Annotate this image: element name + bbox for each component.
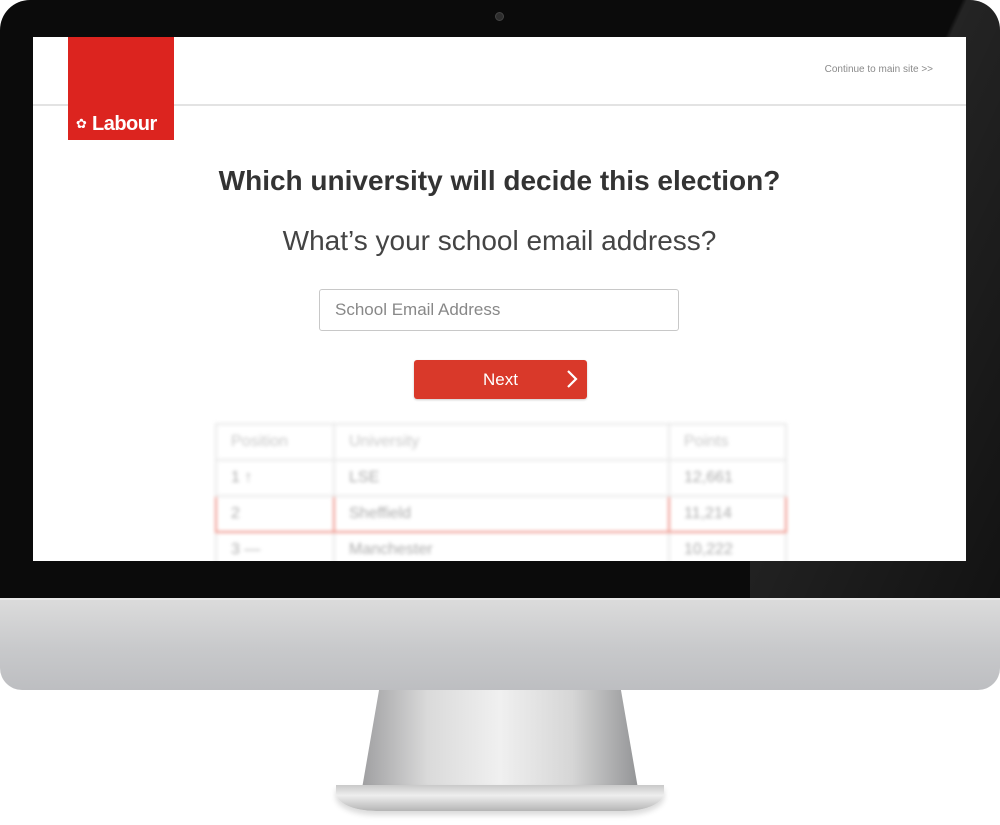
rose-icon: ✿ — [76, 117, 87, 132]
continue-to-main-site-link[interactable]: Continue to main site >> — [825, 64, 933, 75]
labour-logo[interactable]: ✿ Labour — [68, 37, 174, 140]
column-header: Points — [668, 423, 787, 461]
camera-icon — [495, 12, 504, 21]
table-row-highlighted: 2 Sheffield 11,214 — [215, 495, 787, 533]
monitor-stand-base — [336, 785, 664, 811]
chevron-right-icon — [567, 370, 578, 388]
university-cell: Manchester — [333, 531, 670, 561]
university-cell: LSE — [333, 459, 670, 497]
monitor-chin — [0, 598, 1000, 690]
monitor-stand — [361, 690, 639, 790]
leaderboard-table: Position University Points 1 ↑ LSE 12,66… — [215, 423, 787, 561]
next-button-label: Next — [483, 370, 518, 389]
university-cell: Sheffield — [333, 495, 670, 533]
points-cell: 11,214 — [668, 495, 787, 533]
leaderboard-header-row: Position University Points — [215, 423, 787, 461]
table-row: 3 — Manchester 10,222 — [215, 531, 787, 561]
page-subtitle: What’s your school email address? — [282, 225, 717, 256]
screen: ✿ Labour Continue to main site >> Which … — [33, 37, 966, 561]
position-cell: 3 — — [215, 531, 335, 561]
logo-text: Labour — [92, 113, 157, 135]
leaderboard: Position University Points 1 ↑ LSE 12,66… — [215, 423, 787, 561]
table-row: 1 ↑ LSE 12,661 — [215, 459, 787, 497]
column-header: Position — [215, 423, 335, 461]
position-cell: 1 ↑ — [215, 459, 335, 497]
position-cell: 2 — [215, 495, 335, 533]
points-cell: 12,661 — [668, 459, 787, 497]
next-button[interactable]: Next — [414, 360, 587, 399]
school-email-field[interactable] — [319, 289, 679, 331]
column-header: University — [333, 423, 670, 461]
page-title: Which university will decide this electi… — [218, 165, 781, 196]
points-cell: 10,222 — [668, 531, 787, 561]
